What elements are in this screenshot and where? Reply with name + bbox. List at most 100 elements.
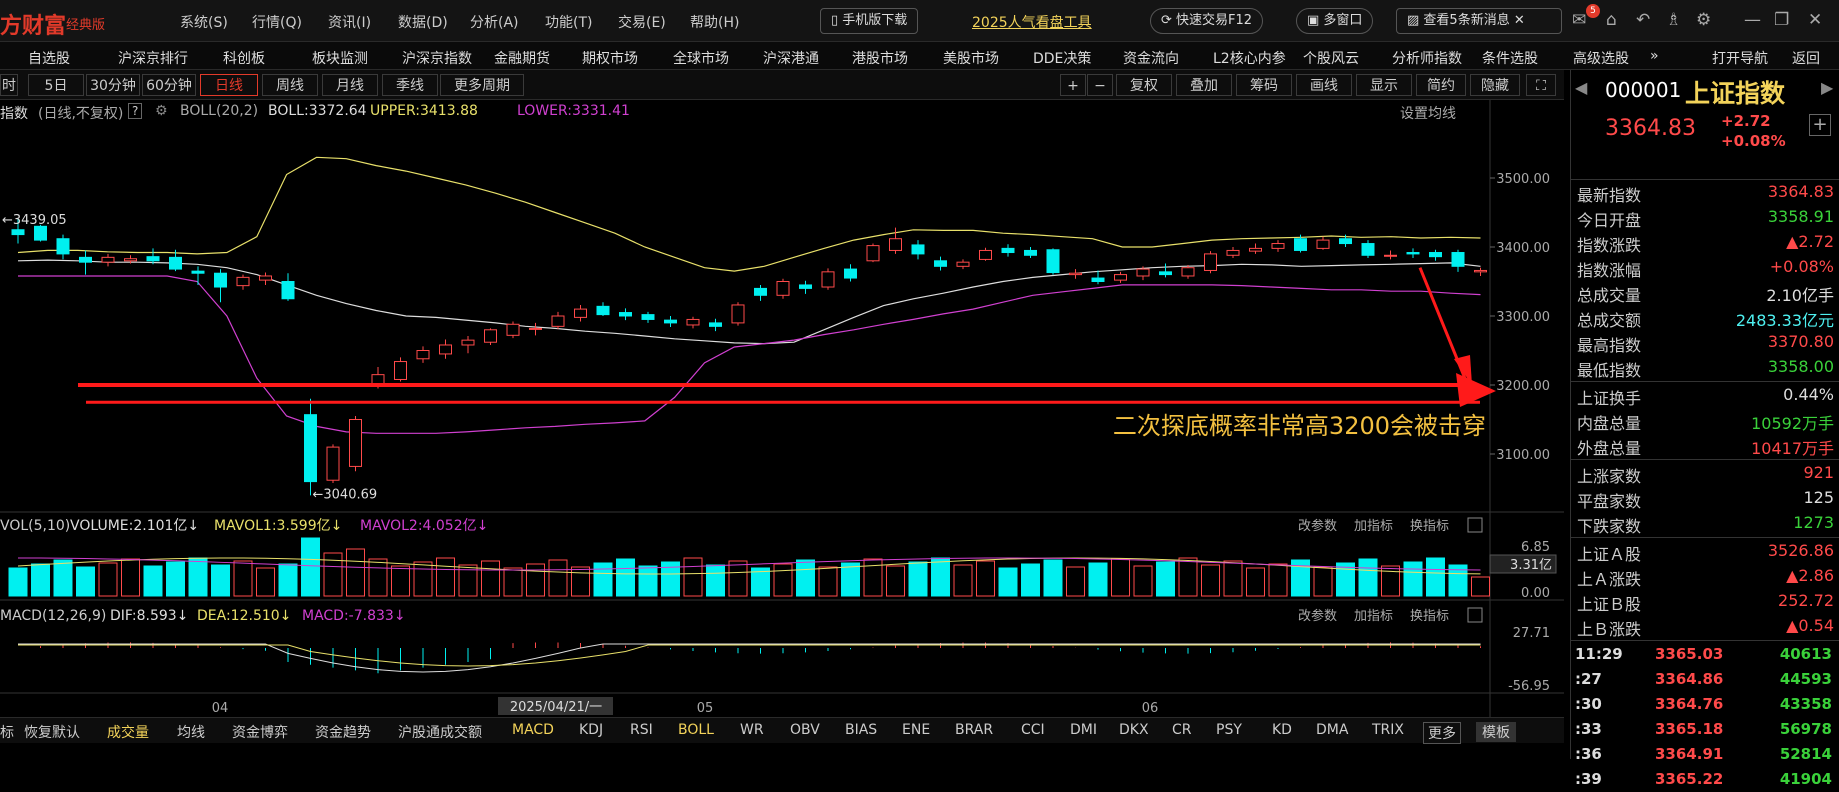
adjust-button[interactable]: 复权 xyxy=(1116,74,1172,96)
add-watchlist-icon[interactable]: + xyxy=(1809,114,1831,136)
nav-stock-news[interactable]: 个股风云 xyxy=(1303,48,1359,68)
vol-button[interactable]: 换指标 xyxy=(1410,519,1449,534)
nav-more[interactable]: » xyxy=(1650,48,1659,64)
nav-connect[interactable]: 沪深港通 xyxy=(763,48,819,68)
indicator-connect[interactable]: 沪股通成交额 xyxy=(398,722,482,742)
close-icon[interactable]: ✕ xyxy=(1510,13,1525,28)
period-30min[interactable]: 30分钟 xyxy=(86,74,140,96)
zoom-out-button[interactable]: − xyxy=(1087,74,1113,96)
fullscreen-icon[interactable]: ⛶ xyxy=(1526,74,1556,96)
indicator-bias[interactable]: BIAS xyxy=(845,722,877,738)
indicator-rsi[interactable]: RSI xyxy=(630,722,653,738)
nav-global[interactable]: 全球市场 xyxy=(673,48,729,68)
simple-button[interactable]: 简约 xyxy=(1416,74,1466,96)
next-arrow-icon[interactable]: ▶ xyxy=(1821,78,1833,97)
nav-dde[interactable]: DDE决策 xyxy=(1033,48,1091,68)
indicator-kdj[interactable]: KDJ xyxy=(579,722,603,738)
news-button[interactable]: ▨ 查看5条新消息 ✕ xyxy=(1396,8,1562,34)
display-button[interactable]: 显示 xyxy=(1356,74,1412,96)
period-daily[interactable]: 日线 xyxy=(200,74,258,96)
zoom-in-button[interactable]: + xyxy=(1060,74,1086,96)
nav-advanced-screener[interactable]: 高级选股 xyxy=(1573,48,1629,68)
draw-button[interactable]: 画线 xyxy=(1296,74,1352,96)
indicator-more[interactable]: 更多 xyxy=(1423,722,1461,744)
nav-back[interactable]: 返回 xyxy=(1792,48,1820,68)
macd-button[interactable]: 换指标 xyxy=(1410,609,1449,624)
indicator-obv[interactable]: OBV xyxy=(790,722,820,738)
nav-sector-monitor[interactable]: 板块监测 xyxy=(312,48,368,68)
indicator-macd[interactable]: MACD xyxy=(512,722,554,738)
menu-help[interactable]: 帮助(H) xyxy=(690,12,739,32)
overlay-button[interactable]: 叠加 xyxy=(1176,74,1232,96)
nav-star-market[interactable]: 科创板 xyxy=(223,48,265,68)
nav-open[interactable]: 打开导航 xyxy=(1712,48,1768,68)
menu-trade[interactable]: 交易(E) xyxy=(618,12,666,32)
chart-area[interactable]: 3500.00 3400.00 3300.00 3200.00 3100.00 ←3439… xyxy=(0,100,1564,755)
period-5day[interactable]: 5日 xyxy=(28,74,84,96)
nav-hk[interactable]: 港股市场 xyxy=(852,48,908,68)
minimize-icon[interactable]: — xyxy=(1744,10,1761,30)
menu-news[interactable]: 资讯(I) xyxy=(328,12,371,32)
nav-l2[interactable]: L2核心内参 xyxy=(1213,48,1286,68)
period-minute[interactable]: 时 xyxy=(0,74,18,96)
indicator-dkx[interactable]: DKX xyxy=(1119,722,1149,738)
menu-analysis[interactable]: 分析(A) xyxy=(470,12,519,32)
menu-functions[interactable]: 功能(T) xyxy=(545,12,592,32)
indicator-cci[interactable]: CCI xyxy=(1021,722,1045,738)
indicator-brar[interactable]: BRAR xyxy=(955,722,993,738)
period-monthly[interactable]: 月线 xyxy=(322,74,378,96)
macd-button[interactable]: 加指标 xyxy=(1354,609,1393,624)
period-60min[interactable]: 60分钟 xyxy=(142,74,196,96)
indicator-volume[interactable]: 成交量 xyxy=(107,722,149,742)
nav-index[interactable]: 沪深京指数 xyxy=(402,48,472,68)
kline-chart[interactable]: 3500.00 3400.00 3300.00 3200.00 3100.00 ←3439… xyxy=(0,100,1564,755)
indicator-capital-game[interactable]: 资金博弈 xyxy=(232,722,288,742)
indicator-capital-trend[interactable]: 资金趋势 xyxy=(315,722,371,742)
indicator-wr[interactable]: WR xyxy=(740,722,764,738)
period-quarterly[interactable]: 季线 xyxy=(382,74,438,96)
nav-watchlist[interactable]: 自选股 xyxy=(28,48,70,68)
indicator-trix[interactable]: TRIX xyxy=(1372,722,1404,738)
nav-options[interactable]: 期权市场 xyxy=(582,48,638,68)
vol-close-icon[interactable] xyxy=(1467,517,1483,533)
nav-capital-flow[interactable]: 资金流向 xyxy=(1123,48,1179,68)
nav-us[interactable]: 美股市场 xyxy=(943,48,999,68)
window-close-icon[interactable]: ✕ xyxy=(1808,10,1822,30)
mobile-download-button[interactable]: ▯ 手机版下载 xyxy=(820,8,919,34)
chips-button[interactable]: 筹码 xyxy=(1236,74,1292,96)
period-more[interactable]: 更多周期 xyxy=(440,74,524,96)
indicator-boll[interactable]: BOLL xyxy=(678,722,714,738)
indicator-template[interactable]: 模板 xyxy=(1476,722,1516,742)
vol-button[interactable]: 改参数 xyxy=(1298,518,1337,534)
indicator-psy[interactable]: PSY xyxy=(1216,722,1242,738)
back-icon[interactable]: ↶ xyxy=(1636,10,1650,30)
restore-icon[interactable]: ❐ xyxy=(1774,10,1789,30)
nav-analyst[interactable]: 分析师指数 xyxy=(1392,48,1462,68)
nav-futures[interactable]: 金融期货 xyxy=(494,48,550,68)
indicator-reset[interactable]: 恢复默认 xyxy=(24,722,80,742)
menu-quotes[interactable]: 行情(Q) xyxy=(252,12,302,32)
multi-window-button[interactable]: ▣ 多窗口 xyxy=(1296,8,1374,34)
macd-close-icon[interactable] xyxy=(1467,607,1483,623)
home-icon[interactable]: ⌂ xyxy=(1606,10,1617,30)
settings-icon[interactable]: ⚙ xyxy=(1696,10,1711,30)
indicator-ene[interactable]: ENE xyxy=(902,722,930,738)
indicator-dma[interactable]: DMA xyxy=(1316,722,1348,738)
indicator-dmi[interactable]: DMI xyxy=(1070,722,1097,738)
indicator-cr[interactable]: CR xyxy=(1172,722,1192,738)
indicator-mark[interactable]: 标 xyxy=(0,722,14,742)
nav-ranking[interactable]: 沪深京排行 xyxy=(118,48,188,68)
nav-screener[interactable]: 条件选股 xyxy=(1482,48,1538,68)
indicator-kd[interactable]: KD xyxy=(1272,722,1292,738)
quick-trade-button[interactable]: ⟳ 快速交易F12 xyxy=(1150,8,1264,34)
prev-arrow-icon[interactable]: ◀ xyxy=(1575,78,1587,97)
mail-icon[interactable]: ✉ xyxy=(1572,10,1586,30)
indicator-ma[interactable]: 均线 xyxy=(177,722,205,742)
period-weekly[interactable]: 周线 xyxy=(262,74,318,96)
menu-data[interactable]: 数据(D) xyxy=(398,12,448,32)
macd-button[interactable]: 改参数 xyxy=(1298,608,1337,624)
menu-system[interactable]: 系统(S) xyxy=(180,12,228,32)
vol-button[interactable]: 加指标 xyxy=(1354,519,1393,534)
hide-button[interactable]: 隐藏 xyxy=(1470,74,1520,96)
promo-link[interactable]: 2025人气看盘工具 xyxy=(972,12,1092,32)
